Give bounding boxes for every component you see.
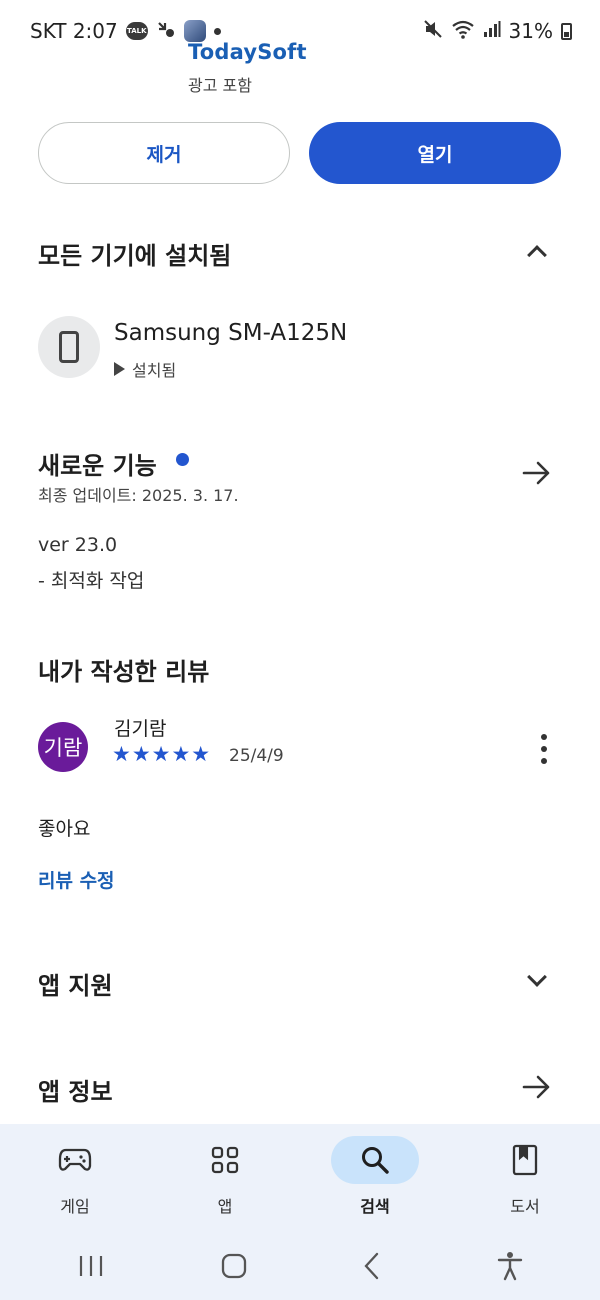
play-store-icon bbox=[114, 362, 125, 376]
battery-icon bbox=[561, 22, 572, 40]
book-icon bbox=[512, 1144, 538, 1176]
system-nav-bar bbox=[0, 1232, 600, 1300]
my-review-title: 내가 작성한 리뷰 bbox=[38, 658, 210, 686]
more-notifications-icon bbox=[213, 27, 221, 35]
nav-label: 게임 bbox=[60, 1197, 90, 1216]
nav-item-games[interactable]: 게임 bbox=[20, 1136, 130, 1217]
apps-grid-icon bbox=[211, 1146, 239, 1174]
signal-icon bbox=[483, 20, 501, 42]
phone-icon bbox=[59, 331, 79, 363]
kakaotalk-icon: TALK bbox=[125, 22, 148, 40]
new-indicator-dot bbox=[176, 453, 189, 466]
open-button[interactable]: 열기 bbox=[309, 122, 561, 184]
installed-section-title[interactable]: 모든 기기에 설치됨 bbox=[38, 236, 231, 271]
back-icon[interactable] bbox=[362, 1252, 382, 1280]
nav-label: 도서 bbox=[510, 1197, 540, 1216]
more-vert-icon[interactable] bbox=[536, 734, 552, 764]
review-body: 좋아요 bbox=[38, 818, 91, 840]
star-rating: ★★★★★ bbox=[112, 742, 212, 766]
developer-name[interactable]: TodaySoft bbox=[188, 40, 307, 64]
device-status-label: 설치됨 bbox=[132, 361, 177, 380]
chevron-up-icon[interactable] bbox=[527, 245, 547, 265]
nav-icon-wrap bbox=[481, 1136, 569, 1184]
app-info-title[interactable]: 앱 정보 bbox=[38, 1072, 113, 1107]
app-support-title[interactable]: 앱 지원 bbox=[38, 966, 113, 1001]
missed-call-icon bbox=[156, 19, 176, 43]
gamepad-icon bbox=[58, 1148, 92, 1171]
device-name: Samsung SM-A125N bbox=[114, 320, 348, 346]
accessibility-icon[interactable] bbox=[497, 1251, 523, 1281]
device-avatar bbox=[38, 316, 100, 378]
search-icon bbox=[362, 1147, 389, 1174]
reviewer-name: 김기람 bbox=[114, 718, 167, 740]
nav-item-search[interactable]: 검색 bbox=[320, 1136, 430, 1217]
ads-label: 광고 포함 bbox=[188, 76, 252, 95]
arrow-right-icon[interactable] bbox=[522, 461, 552, 485]
carrier-time: SKT 2:07 bbox=[30, 19, 118, 43]
last-updated: 최종 업데이트: 2025. 3. 17. bbox=[38, 486, 239, 505]
chevron-down-icon[interactable] bbox=[527, 967, 547, 987]
wifi-icon bbox=[451, 19, 475, 43]
whats-new-title[interactable]: 새로운 기능 bbox=[38, 446, 157, 481]
status-right: 31% bbox=[423, 19, 572, 43]
home-icon[interactable] bbox=[220, 1252, 248, 1280]
version-text: ver 23.0 bbox=[38, 534, 118, 556]
recent-apps-icon[interactable] bbox=[77, 1253, 105, 1279]
device-status: 설치됨 bbox=[114, 357, 176, 381]
battery-percent: 31% bbox=[508, 19, 553, 43]
review-date: 25/4/9 bbox=[229, 746, 284, 766]
nav-item-books[interactable]: 도서 bbox=[470, 1136, 580, 1217]
nav-label: 앱 bbox=[217, 1197, 233, 1216]
arrow-right-icon[interactable] bbox=[522, 1075, 552, 1099]
edit-review-link[interactable]: 리뷰 수정 bbox=[38, 866, 115, 893]
nav-icon-wrap bbox=[181, 1136, 269, 1184]
avatar: 기람 bbox=[38, 722, 88, 772]
nav-icon-wrap bbox=[31, 1136, 119, 1184]
nav-item-apps[interactable]: 앱 bbox=[170, 1136, 280, 1217]
mute-icon bbox=[423, 19, 443, 43]
app-notification-icon bbox=[183, 20, 206, 42]
nav-icon-wrap bbox=[331, 1136, 419, 1184]
bottom-nav: 게임 앱 검색 도서 bbox=[0, 1124, 600, 1232]
remove-button[interactable]: 제거 bbox=[38, 122, 290, 184]
nav-label: 검색 bbox=[360, 1197, 390, 1216]
change-note: - 최적화 작업 bbox=[38, 570, 145, 592]
